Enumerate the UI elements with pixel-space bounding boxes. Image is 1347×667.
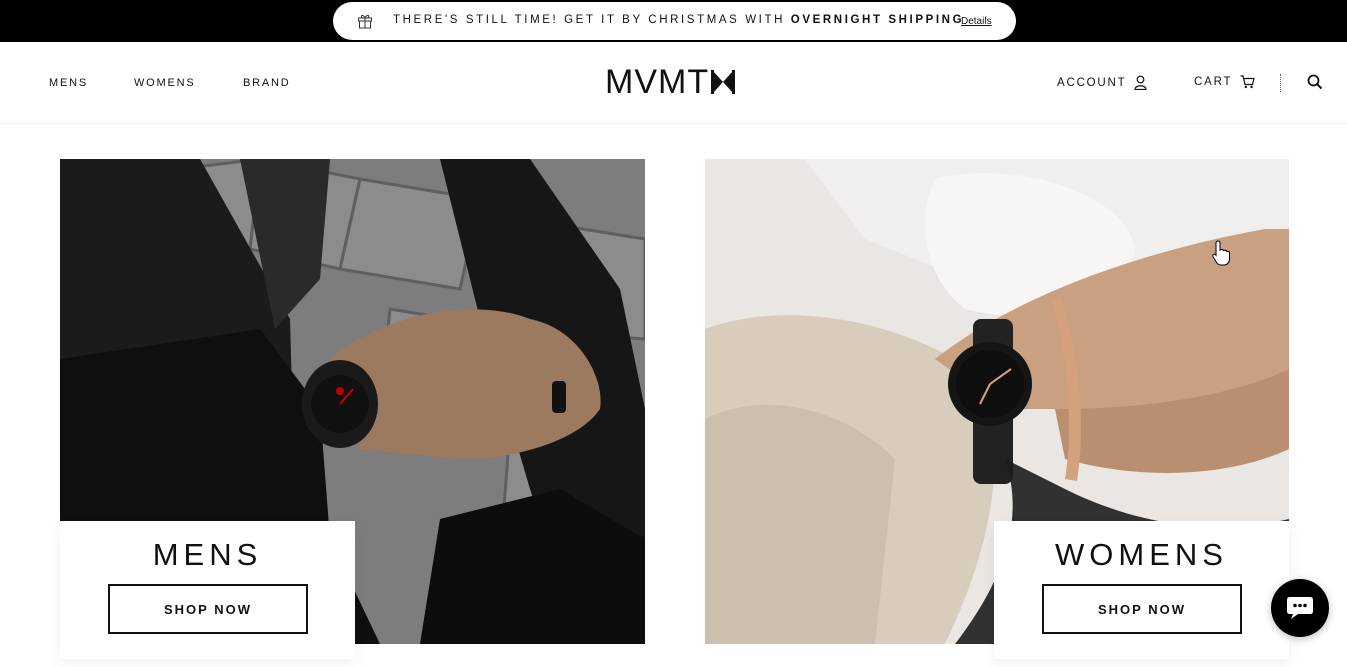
announcement-pill: THERE'S STILL TIME! GET IT BY CHRISTMAS … [333,2,1016,40]
nav-mens[interactable]: MENS [49,77,88,89]
mens-card: MENS SHOP NOW [60,521,355,659]
logo-text: MVMT [605,63,710,101]
site-header: MENS WOMENS BRAND MVMT ACCOUNT CART [0,42,1347,124]
nav-womens[interactable]: WOMENS [134,77,196,89]
announcement-bar: THERE'S STILL TIME! GET IT BY CHRISTMAS … [0,0,1347,42]
chat-button[interactable] [1271,579,1329,637]
womens-card: WOMENS SHOP NOW [994,521,1289,659]
mens-title: MENS [152,537,263,572]
user-icon [1134,75,1148,90]
account-link[interactable]: ACCOUNT [1057,75,1148,90]
header-divider [1280,74,1281,92]
cart-label: CART [1194,76,1233,88]
gift-icon [358,14,372,29]
cart-link[interactable]: CART [1194,75,1256,89]
chat-icon [1287,597,1313,619]
nav-brand[interactable]: BRAND [243,77,291,89]
announcement-text: THERE'S STILL TIME! GET IT BY CHRISTMAS … [393,14,965,26]
search-icon[interactable] [1307,74,1323,90]
shop-now-womens-button[interactable]: SHOP NOW [1042,584,1242,634]
logo-mark-icon [711,70,736,94]
brand-logo[interactable]: MVMT [605,63,736,101]
hand-cursor-icon [1212,240,1230,266]
details-link[interactable]: Details [961,16,992,27]
cart-icon [1240,75,1256,89]
womens-title: WOMENS [1055,537,1228,572]
shop-now-mens-button[interactable]: SHOP NOW [108,584,308,634]
account-label: ACCOUNT [1057,76,1127,89]
